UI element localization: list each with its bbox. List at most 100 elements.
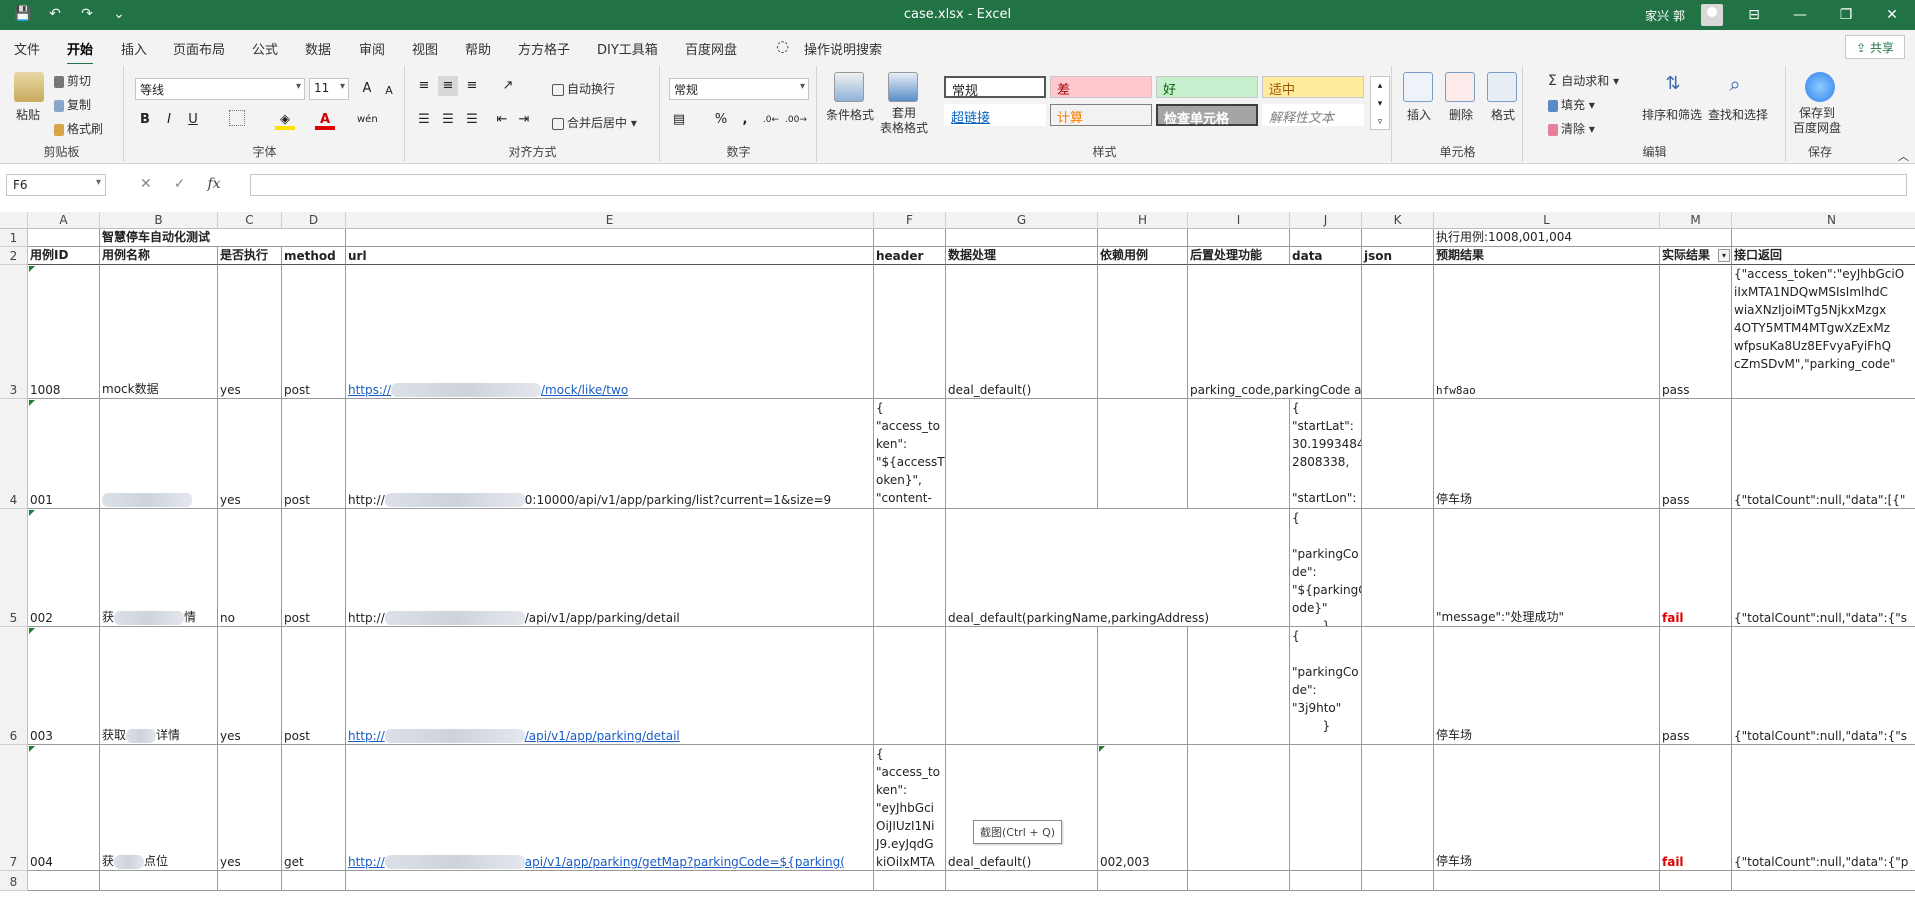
row-header-7[interactable]: 7: [0, 745, 28, 871]
baidu-netdisk-icon[interactable]: [1805, 72, 1835, 102]
conditional-formatting-icon[interactable]: [834, 72, 864, 102]
cell-b8[interactable]: [100, 871, 218, 891]
share-button[interactable]: ⇪ 共享: [1845, 35, 1905, 59]
tab-view[interactable]: 视图: [412, 39, 438, 58]
column-header-f[interactable]: F: [874, 212, 946, 229]
cell-f4[interactable]: { "access_to ken": "${accessT oken}", "c…: [874, 399, 946, 509]
borders-icon[interactable]: [229, 110, 245, 126]
bold-button[interactable]: B: [135, 110, 155, 130]
cell-f7[interactable]: { "access_to ken": "eyJhbGci OiJIUzI1Ni …: [874, 745, 946, 871]
cell-c4[interactable]: yes: [218, 399, 282, 509]
column-header-n[interactable]: N: [1732, 212, 1915, 229]
style-bad[interactable]: 差: [1050, 76, 1152, 98]
format-painter-button[interactable]: 格式刷: [54, 120, 103, 137]
tab-data[interactable]: 数据: [305, 39, 331, 58]
cell-f6[interactable]: [874, 627, 946, 745]
delete-cells-button[interactable]: 删除: [1449, 106, 1473, 123]
tell-me-search[interactable]: 操作说明搜索: [804, 39, 882, 58]
row-header-3[interactable]: 3: [0, 265, 28, 399]
delete-cells-icon[interactable]: [1445, 72, 1475, 102]
cell-b1-title[interactable]: 智慧停车自动化测试: [100, 229, 346, 247]
header-cell-c[interactable]: 是否执行: [218, 247, 282, 265]
ribbon-display-options-button[interactable]: ⊟: [1731, 0, 1777, 30]
column-header-h[interactable]: H: [1098, 212, 1188, 229]
cell-a3[interactable]: 1008: [28, 265, 100, 399]
collapse-ribbon-icon[interactable]: ︿: [1898, 148, 1909, 164]
column-header-i[interactable]: I: [1188, 212, 1290, 229]
cell-e8[interactable]: [346, 871, 874, 891]
orientation-icon[interactable]: ↗: [498, 76, 518, 96]
user-name[interactable]: 家兴 郭: [1645, 7, 1685, 24]
styles-scroll-icon[interactable]: ▴ ▾ ▿: [1370, 76, 1390, 130]
cell-e7[interactable]: http:// api/v1/app/parking/getMap?parking…: [346, 745, 874, 871]
header-cell-i[interactable]: 后置处理功能: [1188, 247, 1290, 265]
insert-function-icon[interactable]: fx: [207, 176, 220, 192]
header-cell-j[interactable]: data: [1290, 247, 1362, 265]
fill-button[interactable]: 填充 ▾: [1548, 96, 1595, 113]
align-center-icon[interactable]: ☰: [438, 110, 458, 130]
cell-c5[interactable]: no: [218, 509, 282, 627]
cell-d5[interactable]: post: [282, 509, 346, 627]
close-button[interactable]: ✕: [1869, 0, 1915, 30]
percent-button[interactable]: %: [711, 110, 731, 130]
cell-g6[interactable]: [946, 627, 1098, 745]
align-top-icon[interactable]: ≡: [414, 76, 434, 96]
cell-a8[interactable]: [28, 871, 100, 891]
cell-b4[interactable]: [100, 399, 218, 509]
cell-g1[interactable]: [946, 229, 1098, 247]
cell-k1[interactable]: [1362, 229, 1434, 247]
cut-button[interactable]: 剪切: [54, 72, 91, 89]
column-header-l[interactable]: L: [1434, 212, 1660, 229]
style-neutral[interactable]: 适中: [1262, 76, 1364, 98]
header-cell-b[interactable]: 用例名称: [100, 247, 218, 265]
column-header-g[interactable]: G: [946, 212, 1098, 229]
column-header-k[interactable]: K: [1362, 212, 1434, 229]
cell-g3[interactable]: deal_default(): [946, 265, 1098, 399]
tab-help[interactable]: 帮助: [465, 39, 491, 58]
cell-g8[interactable]: [946, 871, 1098, 891]
cell-k5[interactable]: [1362, 509, 1434, 627]
cell-n8[interactable]: [1732, 871, 1915, 891]
format-as-table-button[interactable]: 套用 表格格式: [880, 106, 928, 136]
tab-page-layout[interactable]: 页面布局: [173, 39, 225, 58]
clear-button[interactable]: 清除 ▾: [1548, 120, 1595, 137]
cell-n6[interactable]: {"totalCount":null,"data":{"s: [1732, 627, 1915, 745]
cell-b7[interactable]: 获 点位: [100, 745, 218, 871]
column-header-c[interactable]: C: [218, 212, 282, 229]
paste-icon[interactable]: [14, 72, 44, 102]
header-cell-l[interactable]: 预期结果: [1434, 247, 1660, 265]
header-cell-f[interactable]: header: [874, 247, 946, 265]
cell-c8[interactable]: [218, 871, 282, 891]
cell-d8[interactable]: [282, 871, 346, 891]
row-header-5[interactable]: 5: [0, 509, 28, 627]
avatar[interactable]: [1701, 4, 1723, 26]
copy-button[interactable]: 复制: [54, 96, 91, 113]
align-right-icon[interactable]: ☰: [462, 110, 482, 130]
save-to-netdisk-button[interactable]: 保存到 百度网盘: [1793, 106, 1841, 136]
cell-k8[interactable]: [1362, 871, 1434, 891]
find-select-button[interactable]: 查找和选择: [1708, 106, 1768, 123]
column-header-b[interactable]: B: [100, 212, 218, 229]
cell-j6[interactable]: { "parkingCo de": "3j9hto" }: [1290, 627, 1362, 745]
cell-d6[interactable]: post: [282, 627, 346, 745]
tab-home[interactable]: 开始: [67, 39, 94, 66]
cell-k3[interactable]: [1362, 265, 1434, 399]
cell-a4[interactable]: 001: [28, 399, 100, 509]
cell-e5[interactable]: http:// /api/v1/app/parking/detail: [346, 509, 874, 627]
cell-h3[interactable]: [1098, 265, 1188, 399]
row-header-4[interactable]: 4: [0, 399, 28, 509]
row-header-2[interactable]: 2: [0, 247, 28, 265]
cell-m6[interactable]: pass: [1660, 627, 1732, 745]
formula-input[interactable]: [250, 174, 1907, 196]
cell-k7[interactable]: [1362, 745, 1434, 871]
row-header-8[interactable]: 8: [0, 871, 28, 891]
accounting-format-icon[interactable]: ▤: [669, 110, 689, 130]
cell-n7[interactable]: {"totalCount":null,"data":{"p: [1732, 745, 1915, 871]
format-as-table-icon[interactable]: [888, 72, 918, 102]
align-left-icon[interactable]: ☰: [414, 110, 434, 130]
header-cell-e[interactable]: url: [346, 247, 874, 265]
enter-icon[interactable]: ✓: [174, 176, 186, 192]
cell-m4[interactable]: pass: [1660, 399, 1732, 509]
header-cell-k[interactable]: json: [1362, 247, 1434, 265]
font-name-select[interactable]: 等线: [135, 78, 305, 100]
